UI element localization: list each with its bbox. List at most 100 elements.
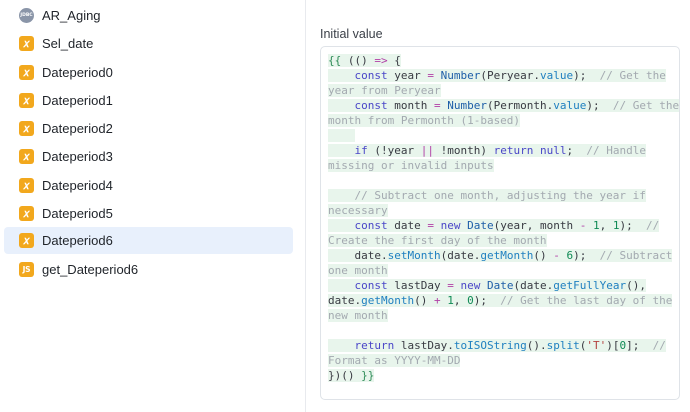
variable-icon: 𝑥 — [19, 65, 34, 80]
code-token: !month) — [433, 144, 494, 157]
code-token: () — [533, 249, 554, 262]
sidebar-item-get-dateperiod6[interactable]: JS get_Dateperiod6 — [4, 256, 293, 283]
code-line: {{ (() => { — [328, 53, 678, 68]
variable-icon: 𝑥 — [19, 93, 34, 108]
variable-icon: 𝑥 — [19, 149, 34, 164]
sidebar-item-label: Dateperiod1 — [42, 93, 113, 108]
sidebar-item-label: Sel_date — [42, 36, 94, 51]
code-line: // Subtract one month, adjusting the yea… — [328, 188, 678, 203]
sidebar-item-dateperiod0[interactable]: 𝑥 Dateperiod0 — [4, 59, 293, 86]
code-line: date.getMonth() + 1, 0); // Get the last… — [328, 293, 678, 308]
code-token: - — [553, 249, 560, 262]
code-token: toISOString — [453, 339, 527, 352]
sidebar-item-dateperiod2[interactable]: 𝑥 Dateperiod2 — [4, 115, 293, 142]
code-token: (Peryear. — [480, 69, 540, 82]
code-token: null — [539, 144, 567, 157]
js-query-icon: JS — [19, 262, 34, 277]
code-line: date.setMonth(date.getMonth() - 6); // S… — [328, 248, 678, 263]
variable-icon: 𝑥 — [19, 206, 34, 221]
code-token: getMonth — [361, 294, 415, 307]
sidebar-item-dateperiod5[interactable]: 𝑥 Dateperiod5 — [4, 200, 293, 227]
initial-value-label: Initial value — [320, 27, 383, 41]
code-token: new — [440, 219, 461, 232]
code-token: new month — [328, 309, 388, 322]
sidebar-item-dateperiod3[interactable]: 𝑥 Dateperiod3 — [4, 143, 293, 170]
variable-icon: 𝑥 — [19, 36, 34, 51]
code-token: // Get the last day of the — [500, 294, 673, 307]
code-line: const year = Number(Peryear.value); // G… — [328, 68, 678, 83]
code-token: (). — [526, 339, 547, 352]
sidebar-item-label: Dateperiod2 — [42, 121, 113, 136]
code-token: year from Peryear — [328, 84, 441, 97]
code-token: 0 — [467, 294, 474, 307]
code-token: || — [420, 144, 434, 157]
code-token: , — [599, 219, 613, 232]
code-line: Format as YYYY-MM-DD — [328, 353, 678, 368]
code-line: if (!year || !month) return null; // Han… — [328, 143, 678, 158]
sidebar-item-label: Dateperiod0 — [42, 65, 113, 80]
code-line: const date = new Date(year, month - 1, 1… — [328, 218, 678, 233]
code-line: necessary — [328, 203, 678, 218]
sidebar-item-ar-aging[interactable]: JDBC AR_Aging — [4, 2, 293, 29]
code-token: return — [354, 339, 395, 352]
code-token: // Subtract one month, adjusting the yea… — [354, 189, 646, 202]
code-token: 1 — [447, 294, 454, 307]
code-token: split — [546, 339, 580, 352]
code-editor[interactable]: {{ (() => { const year = Number(Peryear.… — [320, 46, 680, 400]
sidebar-item-sel-date[interactable]: 𝑥 Sel_date — [4, 30, 293, 57]
code-token: ); — [573, 69, 600, 82]
sidebar-item-label: get_Dateperiod6 — [42, 262, 139, 277]
code-token: () — [414, 294, 434, 307]
code-content[interactable]: {{ (() => { const year = Number(Peryear.… — [328, 53, 680, 383]
code-token: 'T' — [586, 339, 607, 352]
variables-sidebar: JDBC AR_Aging 𝑥 Sel_date 𝑥 Dateperiod0 𝑥 Datepe… — [0, 0, 306, 412]
sidebar-item-label: Dateperiod3 — [42, 149, 113, 164]
variable-icon: 𝑥 — [19, 121, 34, 136]
variable-icon: 𝑥 — [19, 178, 34, 193]
code-token: const — [354, 99, 388, 112]
code-token: new — [460, 279, 481, 292]
code-token: // Get the — [612, 99, 680, 112]
code-token: if — [354, 144, 368, 157]
code-token: month — [387, 99, 434, 112]
code-token: ); — [586, 99, 613, 112]
sidebar-item-label: Dateperiod5 — [42, 206, 113, 221]
code-token: = — [433, 99, 441, 112]
code-token: Date — [467, 219, 494, 232]
code-token: { — [387, 54, 401, 67]
code-line: })() }} — [328, 368, 678, 383]
code-token: (!year — [367, 144, 421, 157]
code-token: ]; — [626, 339, 653, 352]
code-token: return — [493, 144, 534, 157]
code-line: one month — [328, 263, 678, 278]
code-token: )[ — [606, 339, 620, 352]
code-token: ); — [473, 294, 501, 307]
code-token: necessary — [328, 204, 388, 217]
code-token: const — [354, 279, 388, 292]
code-token: ); — [619, 219, 646, 232]
variable-detail-panel: Initial value {{ (() => { const year = N… — [306, 0, 690, 412]
code-token: date. — [328, 294, 362, 307]
code-token: (() — [347, 54, 375, 67]
sidebar-item-dateperiod4[interactable]: 𝑥 Dateperiod4 — [4, 172, 293, 199]
code-token: (date. — [513, 279, 554, 292]
code-token: (Permonth. — [486, 99, 554, 112]
code-token: }} — [361, 369, 375, 382]
code-token: // Subtract — [599, 249, 673, 262]
code-line: month from Permonth (1-based) — [328, 113, 678, 128]
sidebar-item-label: AR_Aging — [42, 8, 101, 23]
sidebar-item-dateperiod6[interactable]: 𝑥 Dateperiod6 — [4, 227, 293, 254]
code-token: const — [354, 219, 388, 232]
code-token: (date. — [440, 249, 481, 262]
code-token: Date — [486, 279, 514, 292]
sidebar-item-dateperiod1[interactable]: 𝑥 Dateperiod1 — [4, 87, 293, 114]
